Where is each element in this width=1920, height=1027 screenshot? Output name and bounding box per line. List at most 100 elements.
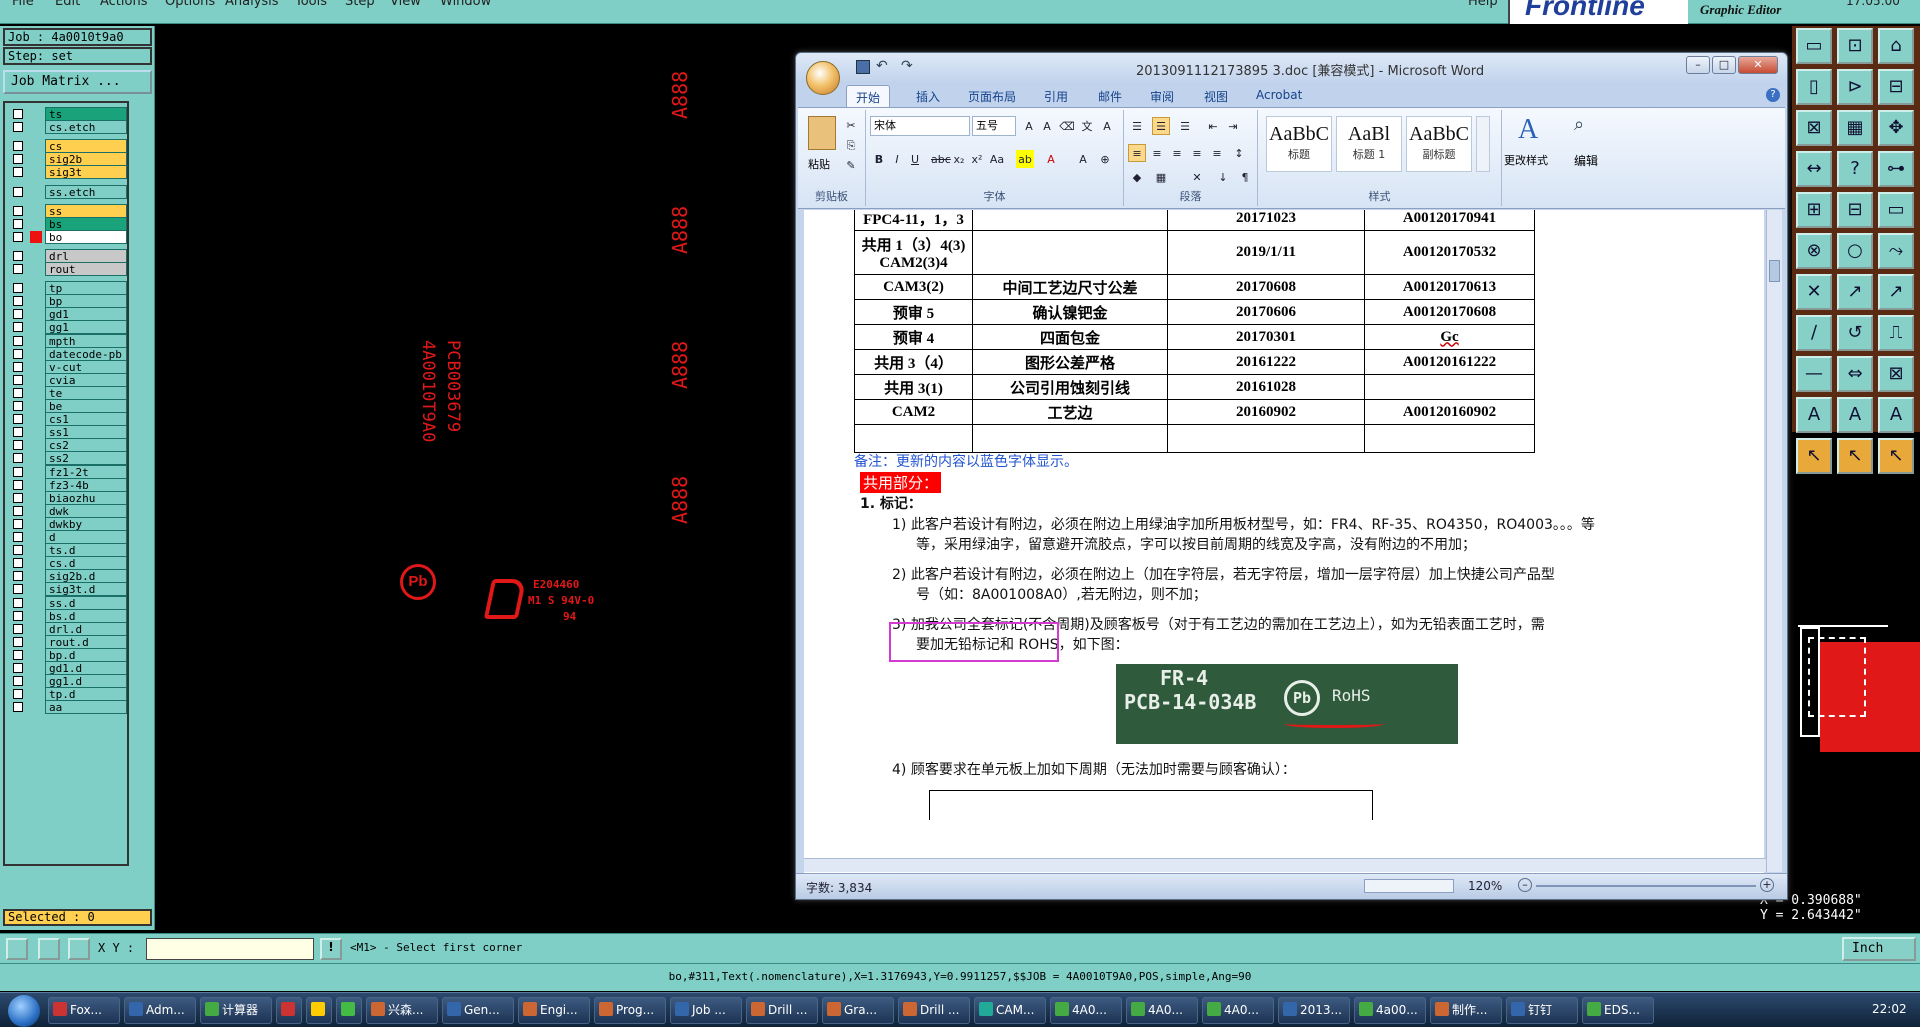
layer-row[interactable]: gg1 — [7, 320, 127, 335]
layer-name[interactable]: ss2 — [45, 451, 127, 466]
layer-checkbox[interactable] — [13, 296, 23, 307]
layer-row[interactable]: dwk — [7, 503, 127, 518]
font-size-select[interactable]: 五号 — [972, 116, 1016, 136]
layer-row[interactable]: sig3t.d — [7, 582, 127, 597]
document-page[interactable]: FPC4-11，1，3 20171023 A00120170941 共用 1（3）4(… — [804, 210, 1764, 873]
layer-name[interactable]: sig3t.d — [45, 582, 127, 597]
layer-row[interactable]: bs — [7, 216, 127, 231]
zoom-slider[interactable] — [1536, 885, 1756, 887]
task-item[interactable]: 钉钉 — [1506, 997, 1578, 1024]
align-right-icon[interactable]: ≡ — [1168, 144, 1186, 162]
layer-row[interactable]: cvia — [7, 372, 127, 387]
layer-name[interactable]: ts — [45, 107, 127, 121]
strike-icon[interactable]: abc — [930, 150, 951, 168]
layer-name[interactable]: ss.d — [45, 595, 127, 610]
layer-checkbox[interactable] — [13, 427, 23, 438]
menu-actions[interactable]: Actions — [100, 0, 148, 9]
layer-name[interactable]: cs.etch — [45, 120, 127, 135]
layer-name[interactable]: sig3t — [45, 165, 127, 180]
layer-name[interactable]: bp — [45, 294, 127, 309]
maximize-button[interactable]: □ — [1712, 56, 1736, 74]
snap-icon-1[interactable] — [6, 938, 28, 960]
layer-checkbox[interactable] — [13, 167, 23, 178]
task-item[interactable]: 兴森... — [366, 997, 438, 1024]
tool-button-22[interactable]: ↺ — [1837, 315, 1873, 351]
task-item[interactable]: Prog... — [594, 997, 666, 1024]
xy-input[interactable] — [146, 938, 314, 960]
save-icon[interactable] — [856, 60, 870, 74]
layer-row[interactable]: tp.d — [7, 687, 127, 702]
tool-button-28[interactable]: A — [1837, 397, 1873, 433]
task-item[interactable]: 计算器 — [200, 997, 272, 1024]
word-titlebar[interactable]: ↶ ↷ 2013091112173895 3.doc [兼容模式] - Micr… — [796, 53, 1787, 83]
layer-checkbox[interactable] — [13, 109, 23, 119]
layer-name[interactable]: cs — [45, 139, 127, 154]
bold-icon[interactable]: B — [870, 150, 888, 168]
layer-name[interactable]: drl.d — [45, 621, 127, 636]
start-button[interactable] — [8, 995, 40, 1027]
tool-button-6[interactable]: ⊠ — [1796, 110, 1832, 146]
unit-select[interactable]: Inch — [1842, 937, 1916, 961]
tab-page-layout[interactable]: 页面布局 — [968, 88, 1016, 105]
tool-button-29[interactable]: A — [1878, 397, 1914, 433]
layer-row[interactable]: cs2 — [7, 438, 127, 453]
layer-checkbox[interactable] — [13, 361, 23, 372]
layer-name[interactable]: bs — [45, 216, 127, 231]
tool-button-17[interactable]: ⤳ — [1878, 233, 1914, 269]
layer-name[interactable]: bp.d — [45, 647, 127, 662]
italic-icon[interactable]: I — [888, 150, 906, 168]
layer-row[interactable]: dwkby — [7, 516, 127, 531]
subscript-icon[interactable]: x₂ — [950, 150, 968, 168]
layer-row[interactable]: bs.d — [7, 608, 127, 623]
task-item[interactable]: 4A0... — [1126, 997, 1198, 1024]
layer-name[interactable]: aa — [45, 700, 127, 715]
layer-row[interactable]: cs.d — [7, 556, 127, 571]
tool-button-26[interactable]: ⊠ — [1878, 356, 1914, 392]
find-icon[interactable]: ⌕ — [1574, 114, 1584, 135]
layer-checkbox[interactable] — [13, 335, 23, 346]
layer-checkbox[interactable] — [13, 663, 23, 673]
layer-row[interactable]: cs.etch — [7, 120, 127, 135]
tab-insert[interactable]: 插入 — [916, 88, 940, 105]
close-button[interactable]: ✕ — [1738, 56, 1778, 74]
snap-icon-2[interactable] — [38, 938, 60, 960]
task-item[interactable]: Gen... — [442, 997, 514, 1024]
shrink-font-icon[interactable]: A — [1038, 117, 1056, 135]
line-spacing-icon[interactable]: ↕ — [1230, 144, 1248, 162]
change-styles-label[interactable]: 更改样式 — [1504, 152, 1548, 168]
layer-row[interactable]: v-cut — [7, 359, 127, 374]
tool-button-10[interactable]: ? — [1837, 151, 1873, 187]
zoom-level[interactable]: 120% — [1468, 879, 1502, 893]
tool-button-25[interactable]: ⇔ — [1837, 356, 1873, 392]
layer-checkbox[interactable] — [13, 558, 23, 569]
layer-row[interactable]: biaozhu — [7, 490, 127, 505]
redo-icon[interactable]: ↷ — [901, 58, 913, 74]
layer-name[interactable]: gg1 — [45, 320, 127, 335]
layer-name[interactable]: gg1.d — [45, 674, 127, 689]
layer-checkbox[interactable] — [13, 636, 23, 647]
layer-row[interactable]: gd1 — [7, 307, 127, 322]
layer-checkbox[interactable] — [13, 231, 23, 242]
format-painter-icon[interactable]: ✎ — [842, 156, 860, 174]
layer-name[interactable]: fz3-4b — [45, 477, 127, 492]
tool-button-18[interactable]: ✕ — [1796, 274, 1832, 310]
layer-checkbox[interactable] — [13, 610, 23, 621]
layer-name[interactable]: cs.d — [45, 556, 127, 571]
layer-checkbox[interactable] — [13, 309, 23, 320]
office-button[interactable] — [806, 61, 840, 95]
style-title[interactable]: AaBbC 标题 — [1266, 116, 1332, 172]
distributed-icon[interactable]: ≡ — [1208, 144, 1226, 162]
layer-name[interactable]: rout — [45, 262, 127, 276]
task-item[interactable]: Job ... — [670, 997, 742, 1024]
layer-row[interactable]: cs1 — [7, 412, 127, 427]
task-item[interactable]: Adm... — [124, 997, 196, 1024]
layer-checkbox[interactable] — [13, 466, 23, 477]
layer-checkbox[interactable] — [13, 141, 23, 152]
layer-checkbox[interactable] — [13, 264, 23, 274]
tool-button-5[interactable]: ⊟ — [1878, 69, 1914, 105]
layer-name[interactable]: dwkby — [45, 516, 127, 531]
layer-checkbox[interactable] — [13, 689, 23, 700]
layer-name[interactable]: bo — [45, 229, 127, 244]
layer-name[interactable]: v-cut — [45, 359, 127, 374]
task-item[interactable]: Drill ... — [898, 997, 970, 1024]
